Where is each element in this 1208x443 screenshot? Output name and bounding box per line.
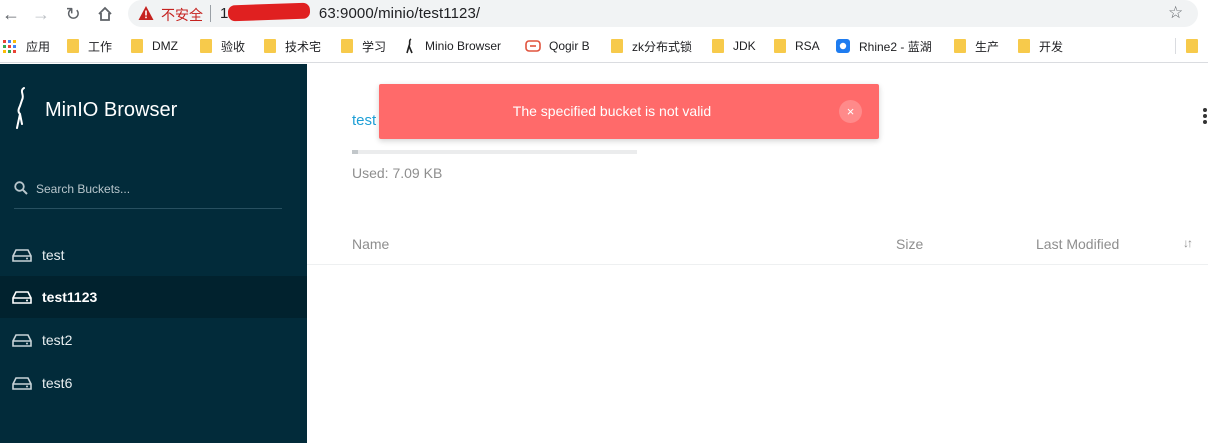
address-bar[interactable]: 不安全 1063:9000/minio/test1123/ ☆ [128, 0, 1198, 27]
redaction-mark [227, 2, 311, 22]
column-header-last-modified[interactable]: Last Modified [1036, 236, 1119, 252]
storage-used-label: Used: 7.09 KB [352, 165, 443, 181]
bookmark-label: 技术宅 [285, 39, 322, 54]
back-icon[interactable]: ← [0, 3, 22, 25]
folder-icon [131, 39, 143, 53]
folder-icon [712, 39, 724, 53]
toast-message: The specified bucket is not valid [512, 103, 712, 119]
column-header-size[interactable]: Size [896, 236, 923, 252]
more-options-icon[interactable] [1202, 108, 1208, 126]
bookmark-label: JDK [733, 39, 756, 53]
bookmark-label: Rhine2 - 蓝湖 [859, 39, 932, 54]
folder-icon [774, 39, 786, 53]
bucket-search [14, 177, 282, 209]
bookmark-item-zk-lock[interactable]: zk分布式锁 [611, 37, 692, 55]
apps-grid-icon [3, 39, 16, 53]
bookmark-label: DMZ [152, 39, 178, 53]
minio-logo-icon [16, 87, 25, 129]
bookmark-item-work[interactable]: 工作 [67, 37, 112, 55]
bucket-label: test1123 [42, 289, 98, 305]
qogir-icon [525, 40, 541, 52]
bucket-label: test6 [42, 375, 73, 391]
browser-toolbar: ← → ↻ 不安全 1063:9000/minio/test1123/ ☆ [0, 0, 1208, 28]
close-icon[interactable]: × [839, 100, 862, 123]
folder-icon [1186, 39, 1198, 53]
bookmark-item-acceptance[interactable]: 验收 [200, 37, 245, 55]
forward-icon[interactable]: → [30, 3, 52, 25]
bookmark-label: 学习 [362, 39, 387, 54]
brand-title: MinIO Browser [45, 99, 178, 121]
bucket-item-test6[interactable]: test6 [0, 362, 307, 404]
bookmark-label: 应用 [26, 39, 51, 54]
url-separator [210, 5, 211, 22]
bookmark-label: zk分布式锁 [632, 39, 693, 54]
folder-icon [954, 39, 966, 53]
lanhu-icon [836, 39, 850, 53]
bookmark-overflow-folder[interactable] [1186, 37, 1207, 55]
bookmark-item-qogir[interactable]: Qogir B [525, 37, 590, 55]
folder-icon [264, 39, 276, 53]
bookmarks-bar: 应用 工作 DMZ 验收 技术宅 学习 Minio Browser Qogir … [0, 28, 1208, 63]
bookmark-label: 开发 [1039, 39, 1064, 54]
column-header-name[interactable]: Name [352, 236, 389, 252]
disk-icon [12, 290, 32, 304]
bookmark-item-dev[interactable]: 开发 [1018, 37, 1063, 55]
bucket-item-test1123[interactable]: test1123 [0, 276, 307, 318]
bookmark-label: Minio Browser [425, 39, 502, 53]
table-header-divider [307, 264, 1208, 265]
disk-icon [12, 333, 32, 347]
search-icon [14, 181, 28, 195]
folder-icon [67, 39, 79, 53]
disk-icon [12, 376, 32, 390]
bookmark-label: Qogir B [549, 39, 590, 53]
bucket-item-test[interactable]: test [0, 234, 307, 276]
bookmark-label: RSA [795, 39, 820, 53]
minio-logo-icon [406, 38, 413, 54]
bucket-label: test [42, 247, 65, 263]
url-suffix: 63:9000/minio/test1123/ [318, 5, 481, 22]
home-icon[interactable] [94, 3, 116, 25]
folder-icon [611, 39, 623, 53]
sidebar: MinIO Browser test test1123 test2 test6 [0, 64, 307, 443]
bucket-label: test2 [42, 332, 73, 348]
folder-icon [1018, 39, 1030, 53]
error-toast: The specified bucket is not valid × [379, 84, 879, 139]
bookmark-item-dmz[interactable]: DMZ [131, 37, 178, 55]
bookmark-label: 工作 [88, 39, 113, 54]
bookmark-item-rsa[interactable]: RSA [774, 37, 820, 55]
sort-icon[interactable]: ↓↑ [1183, 236, 1193, 250]
reload-icon[interactable]: ↻ [62, 3, 84, 25]
bookmark-star-icon[interactable]: ☆ [1168, 3, 1183, 23]
storage-usage-bar [352, 150, 637, 154]
bucket-item-test2[interactable]: test2 [0, 319, 307, 361]
bookmarks-divider [1175, 38, 1176, 54]
search-buckets-input[interactable] [36, 179, 276, 199]
storage-usage-fill [352, 150, 358, 154]
bookmark-item-study[interactable]: 学习 [341, 37, 386, 55]
bookmark-item-tech[interactable]: 技术宅 [264, 37, 321, 55]
bookmark-item-lanhu[interactable]: Rhine2 - 蓝湖 [836, 37, 932, 55]
bookmark-item-jdk[interactable]: JDK [712, 37, 756, 55]
bookmark-item-prod[interactable]: 生产 [954, 37, 999, 55]
disk-icon [12, 248, 32, 262]
bookmark-label: 生产 [975, 39, 1000, 54]
folder-icon [341, 39, 353, 53]
bookmark-item-apps[interactable]: 应用 [3, 37, 50, 55]
bookmark-item-minio[interactable]: Minio Browser [405, 37, 501, 55]
folder-icon [200, 39, 212, 53]
bookmark-label: 验收 [221, 39, 246, 54]
insecure-label: 不安全 [161, 7, 203, 23]
warning-icon [138, 6, 154, 20]
breadcrumb[interactable]: test [352, 112, 376, 129]
